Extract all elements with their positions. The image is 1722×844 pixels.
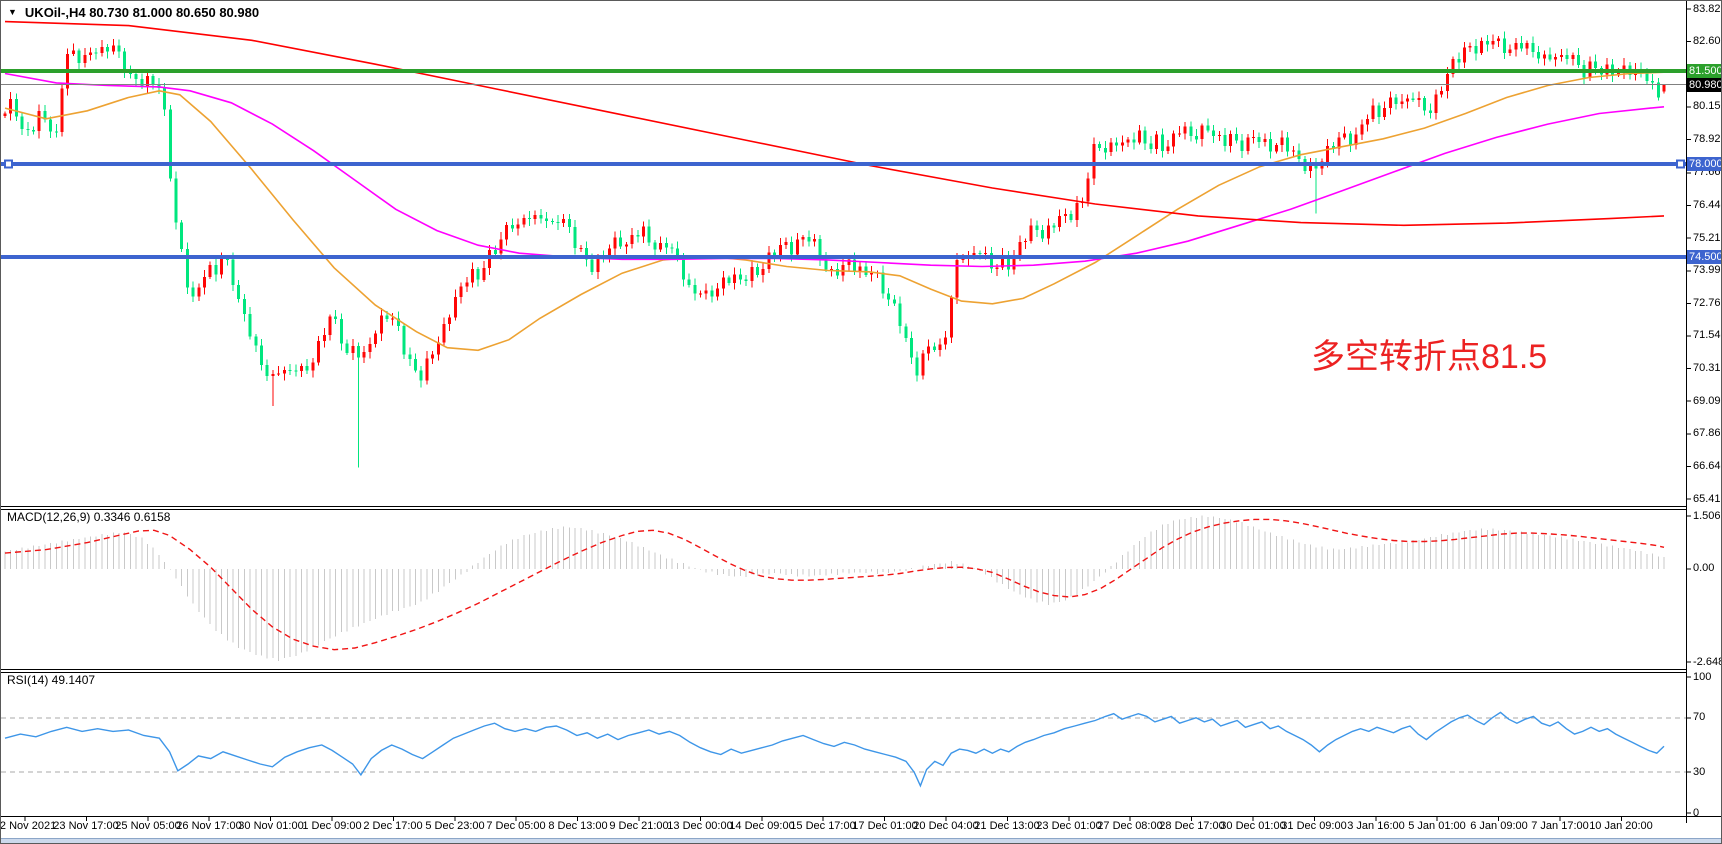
bottom-scroll-strip (1, 838, 1722, 844)
chinese-annotation-text: 多空转折点81.5 (1311, 337, 1547, 377)
chart-canvas[interactable] (1, 1, 1722, 844)
macd-signal-line (5, 519, 1664, 649)
ma-slow-red (5, 22, 1664, 226)
rsi-line (5, 712, 1664, 785)
macd-indicator-label: MACD(12,26,9) 0.3346 0.6158 (7, 510, 170, 524)
symbol-ohlc-text: UKOil-,H4 80.730 81.000 80.650 80.980 (25, 5, 259, 20)
ma-mid-magenta (5, 74, 1664, 267)
trading-chart-window: ▼ UKOil-,H4 80.730 81.000 80.650 80.980 … (0, 0, 1722, 844)
rsi-indicator-label: RSI(14) 49.1407 (7, 673, 95, 687)
symbol-dropdown-icon[interactable]: ▼ (8, 6, 17, 19)
chart-title: ▼ UKOil-,H4 80.730 81.000 80.650 80.980 (8, 5, 259, 20)
